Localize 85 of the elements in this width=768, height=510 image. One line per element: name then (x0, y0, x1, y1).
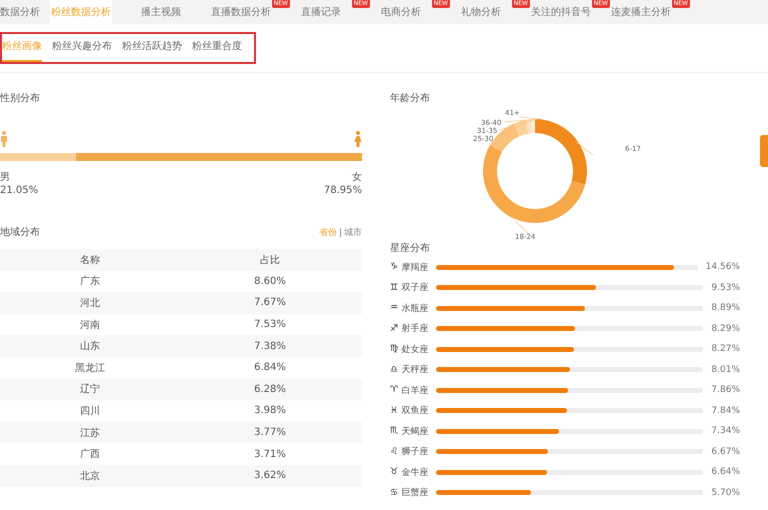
zodiac-name: 水瓶座 (402, 302, 430, 315)
zodiac-icon: ♎ (390, 364, 402, 375)
zodiac-icon: ♑ (390, 262, 402, 272)
table-cell-text: 四川 (79, 404, 101, 418)
table-cell-text: 3.71% (253, 448, 287, 460)
section-title: 年龄分布 (390, 92, 430, 105)
zodiac-name: 摩羯座 (401, 262, 430, 274)
sub-tab[interactable]: 粉丝画像 (2, 34, 42, 62)
table-cell-text: 江苏 (79, 426, 101, 440)
table-cell-text: 河北 (79, 296, 101, 310)
region-toggle[interactable]: 省份 (319, 226, 337, 238)
gender-value: 78.95% (324, 184, 362, 197)
table-cell-text: 辽宁 (79, 382, 101, 396)
table-cell-text: 6.84% (253, 362, 287, 374)
percent-value: 8.89% (711, 303, 740, 314)
table-cell-text: 北京 (79, 470, 101, 483)
zodiac-name: 射手座 (402, 322, 430, 336)
table-cell-text: 3.98% (253, 405, 287, 416)
zodiac-name: 双鱼座 (402, 404, 430, 418)
side-tab[interactable] (760, 135, 768, 167)
percent-value: 7.84% (711, 406, 740, 416)
table-cell-text: 3.62% (253, 470, 287, 482)
sub-tab[interactable]: 粉丝兴趣分布 (52, 34, 112, 62)
zodiac-name: 白羊座 (402, 384, 430, 397)
table-cell-text: 山东 (79, 340, 101, 354)
zodiac-icon: ♒ (390, 303, 402, 314)
section-title: 星座分布 (390, 242, 430, 255)
table-cell-text: 6.28% (253, 384, 287, 395)
top-tab[interactable]: 直播数据分析 (210, 0, 272, 24)
zodiac-name: 双子座 (402, 282, 430, 294)
percent-value: 8.29% (711, 324, 740, 334)
female-icon (354, 131, 362, 147)
zodiac-icon: ♋ (390, 488, 402, 498)
table-cell-text: 河南 (79, 318, 101, 332)
zodiac-icon: ♌ (390, 446, 402, 457)
zodiac-name: 处女座 (402, 344, 430, 356)
percent-value: 7.34% (711, 426, 740, 436)
percent-value: 14.56% (706, 262, 740, 272)
table-cell-text: 7.38% (253, 340, 287, 352)
male-icon (0, 131, 8, 147)
top-tab[interactable]: 关注的抖音号 (530, 0, 592, 24)
column-header: 名称 (79, 254, 101, 267)
zodiac-name: 天秤座 (402, 364, 430, 376)
percent-value: 8.01% (711, 364, 740, 375)
top-tab[interactable]: 播主视频 (130, 0, 192, 24)
leader-line (574, 140, 594, 156)
top-tab[interactable]: 电商分析 (370, 0, 432, 24)
top-tab[interactable]: 连麦播主分析 (610, 0, 672, 24)
table-cell-text: 广西 (79, 448, 101, 462)
table-cell-text: 3.77% (253, 427, 287, 438)
region-toggle[interactable]: 城市 (344, 226, 362, 238)
top-tab[interactable]: 礼物分析 (450, 0, 512, 24)
zodiac-icon: ♍ (390, 344, 402, 354)
gender-value: 21.05% (0, 184, 38, 197)
zodiac-icon: ♊ (390, 282, 402, 293)
section-title: 性别分布 (0, 92, 40, 105)
top-tab[interactable]: 直播记录 (290, 0, 352, 24)
gender-label: 女 (351, 171, 362, 184)
column-header: 占比 (259, 254, 281, 267)
top-tab[interactable]: 数据分析 (0, 0, 50, 24)
percent-value: 7.86% (711, 385, 740, 396)
zodiac-icon: ♓ (390, 406, 402, 416)
zodiac-icon: ♉ (390, 467, 402, 478)
zodiac-icon: ♐ (390, 324, 402, 334)
zodiac-name: 狮子座 (402, 446, 430, 458)
table-cell-text: 黑龙江 (74, 362, 106, 375)
percent-value: 6.67% (711, 446, 740, 457)
zodiac-name: 金牛座 (402, 466, 430, 479)
zodiac-icon: ♏ (390, 426, 402, 436)
table-cell-text: 广东 (79, 274, 101, 288)
gender-label: 男 (0, 171, 11, 184)
sub-tab[interactable]: 粉丝重合度 (192, 34, 242, 62)
zodiac-name: 天蝎座 (402, 426, 430, 438)
section-title: 地域分布 (0, 226, 40, 239)
zodiac-icon: ♈ (390, 385, 402, 396)
top-tab[interactable]: 粉丝数据分析 (50, 0, 112, 24)
table-cell-text: 8.60% (253, 276, 287, 287)
table-cell-text: 7.67% (253, 297, 287, 308)
table-cell-text: 7.53% (253, 319, 287, 330)
sub-tab[interactable]: 粉丝活跃趋势 (122, 34, 182, 62)
percent-value: 6.64% (711, 467, 740, 478)
percent-value: 9.53% (711, 282, 740, 293)
percent-value: 5.70% (711, 488, 740, 498)
percent-value: 8.27% (711, 344, 740, 354)
zodiac-name: 巨蟹座 (402, 486, 430, 500)
